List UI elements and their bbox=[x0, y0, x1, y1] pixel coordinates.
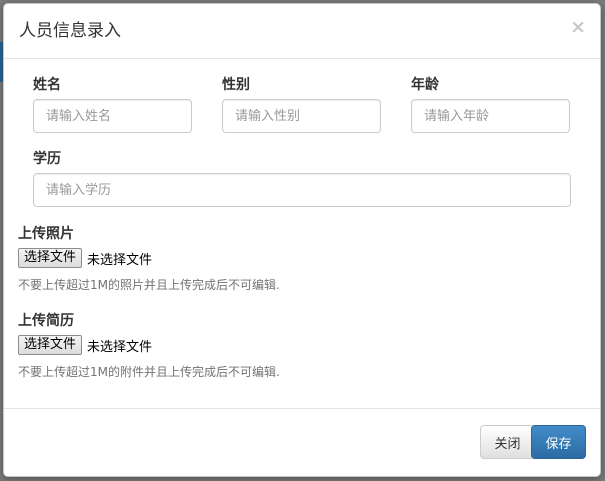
resume-upload-label: 上传简历 bbox=[18, 313, 74, 329]
education-input[interactable] bbox=[33, 173, 571, 207]
gender-label: 性别 bbox=[222, 77, 250, 93]
person-info-modal: 人员信息录入 × 姓名 性别 年龄 学历 上传照片 选择文件 未选择文件 不要上… bbox=[3, 3, 601, 477]
education-label: 学历 bbox=[33, 151, 61, 167]
modal-title: 人员信息录入 bbox=[19, 21, 121, 41]
photo-help-text: 不要上传超过1M的照片并且上传完成后不可编辑. bbox=[18, 278, 280, 292]
photo-upload-label: 上传照片 bbox=[18, 226, 74, 242]
modal-footer: 关闭 保存 bbox=[4, 408, 600, 476]
close-button[interactable]: 关闭 bbox=[480, 425, 535, 459]
photo-file-status: 未选择文件 bbox=[87, 252, 153, 268]
name-label: 姓名 bbox=[33, 77, 61, 93]
resume-file-input: 选择文件 未选择文件 bbox=[18, 334, 152, 356]
close-icon[interactable]: × bbox=[570, 17, 586, 37]
photo-choose-file-button[interactable]: 选择文件 bbox=[18, 248, 83, 268]
photo-file-input: 选择文件 未选择文件 bbox=[18, 247, 152, 269]
modal-header: 人员信息录入 × bbox=[4, 4, 600, 59]
gender-input[interactable] bbox=[222, 99, 381, 133]
resume-help-text: 不要上传超过1M的附件并且上传完成后不可编辑. bbox=[18, 365, 280, 379]
save-button[interactable]: 保存 bbox=[531, 425, 586, 459]
name-input[interactable] bbox=[33, 99, 192, 133]
age-input[interactable] bbox=[411, 99, 570, 133]
resume-file-status: 未选择文件 bbox=[87, 339, 153, 355]
resume-choose-file-button[interactable]: 选择文件 bbox=[18, 335, 83, 355]
age-label: 年龄 bbox=[411, 77, 439, 93]
